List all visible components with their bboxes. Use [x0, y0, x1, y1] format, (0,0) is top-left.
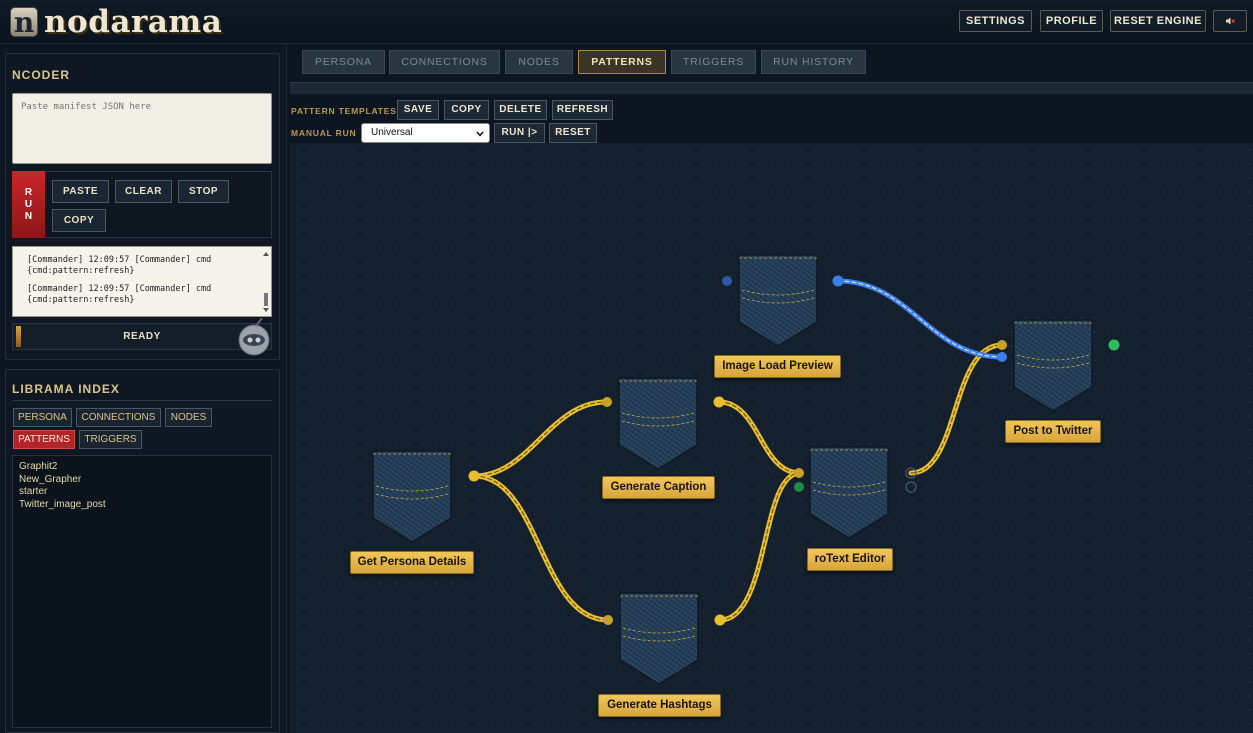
node-label-generate-hashtags[interactable]: Generate Hashtags: [598, 694, 721, 717]
node-label-get-persona-details[interactable]: Get Persona Details: [350, 551, 474, 574]
node-image-load-preview[interactable]: [722, 254, 844, 347]
node-graph: [372, 254, 1120, 685]
wire-image-twitter[interactable]: [835, 278, 1005, 360]
wire-persona-hashtags[interactable]: [471, 473, 611, 623]
wire-persona-caption[interactable]: [471, 399, 609, 479]
connection-wires: [471, 278, 1005, 623]
wire-editor-twitter[interactable]: [908, 342, 1005, 476]
node-label-generate-caption[interactable]: Generate Caption: [602, 476, 715, 499]
node-label-post-to-twitter[interactable]: Post to Twitter: [1005, 420, 1101, 443]
node-generate-caption[interactable]: [602, 377, 725, 470]
node-rotext-editor[interactable]: [794, 446, 917, 539]
node-label-rotext-editor[interactable]: roText Editor: [807, 548, 893, 571]
node-label-image-load-preview[interactable]: Image Load Preview: [714, 355, 841, 378]
node-generate-hashtags[interactable]: [603, 592, 726, 685]
node-get-persona-details[interactable]: [372, 450, 480, 543]
wire-hashtags-editor[interactable]: [717, 470, 803, 623]
node-post-to-twitter[interactable]: [997, 319, 1120, 412]
wire-caption-editor[interactable]: [716, 399, 803, 476]
